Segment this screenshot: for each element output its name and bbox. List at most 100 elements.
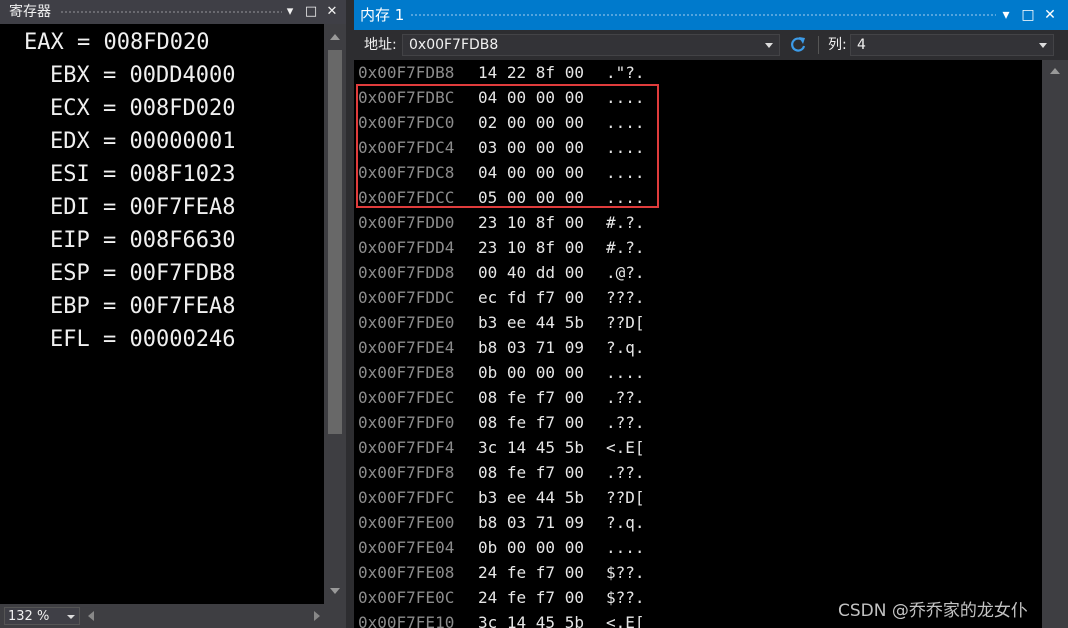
memory-ascii[interactable]: ??D[: [606, 310, 645, 335]
memory-row[interactable]: 0x00F7FDB8 14 22 8f 00 ."?.: [354, 60, 1042, 85]
registers-title-bar[interactable]: 寄存器 ▾ □ ✕: [0, 0, 346, 24]
memory-row[interactable]: 0x00F7FDE0 b3 ee 44 5b ??D[: [354, 310, 1042, 335]
memory-row[interactable]: 0x00F7FDC0 02 00 00 00....: [354, 110, 1042, 135]
memory-ascii[interactable]: .??.: [606, 385, 645, 410]
memory-bytes[interactable]: b3 ee 44 5b: [478, 485, 584, 510]
memory-ascii[interactable]: $??.: [606, 585, 645, 610]
memory-bytes[interactable]: 08 fe f7 00: [478, 410, 584, 435]
register-value[interactable]: 008FD020: [130, 96, 236, 121]
memory-title-bar[interactable]: 内存 1 ▾ □ ✕: [354, 0, 1068, 30]
memory-bytes[interactable]: b8 03 71 09: [478, 510, 584, 535]
memory-ascii[interactable]: #.?.: [606, 210, 645, 235]
scroll-up-icon[interactable]: [1050, 68, 1060, 74]
memory-bytes[interactable]: 24 fe f7 00: [478, 585, 584, 610]
memory-row[interactable]: 0x00F7FDD4 23 10 8f 00 #.?.: [354, 235, 1042, 260]
scrollbar-track[interactable]: [1048, 82, 1062, 602]
memory-bytes[interactable]: 04 00 00 00: [478, 85, 584, 110]
memory-ascii[interactable]: <.E[: [606, 610, 645, 628]
memory-ascii[interactable]: ?.q.: [606, 510, 645, 535]
panel-splitter[interactable]: [346, 0, 354, 628]
memory-bytes[interactable]: 05 00 00 00: [478, 185, 584, 210]
register-value[interactable]: 008F6630: [130, 228, 236, 253]
close-icon[interactable]: ✕: [1040, 0, 1060, 30]
scroll-right-icon[interactable]: [314, 611, 320, 621]
register-row[interactable]: ESI = 008F1023: [50, 158, 235, 191]
memory-view[interactable]: 0x00F7FDB8 14 22 8f 00 ."?. 0x00F7FDBC 04 00…: [354, 60, 1042, 628]
memory-row[interactable]: 0x00F7FDEC 08 fe f7 00.??.: [354, 385, 1042, 410]
refresh-icon[interactable]: [788, 35, 808, 55]
register-row[interactable]: ESP = 00F7FDB8: [50, 257, 235, 290]
memory-row[interactable]: 0x00F7FDBC 04 00 00 00....: [354, 85, 1042, 110]
window-position-dropdown-icon[interactable]: ▾: [280, 0, 300, 24]
memory-bytes[interactable]: 3c 14 45 5b: [478, 610, 584, 628]
memory-row[interactable]: 0x00F7FE00 b8 03 71 09 ?.q.: [354, 510, 1042, 535]
register-value[interactable]: 008FD020: [104, 30, 210, 55]
register-row[interactable]: EDI = 00F7FEA8: [50, 191, 235, 224]
memory-ascii[interactable]: $??.: [606, 560, 645, 585]
memory-bytes[interactable]: 3c 14 45 5b: [478, 435, 584, 460]
memory-row[interactable]: 0x00F7FDCC 05 00 00 00....: [354, 185, 1042, 210]
scrollbar-thumb[interactable]: [328, 50, 342, 434]
memory-row[interactable]: 0x00F7FDE8 0b 00 00 00....: [354, 360, 1042, 385]
register-value[interactable]: 00000246: [130, 327, 236, 352]
memory-row[interactable]: 0x00F7FE08 24 fe f7 00 $??.: [354, 560, 1042, 585]
memory-ascii[interactable]: ??D[: [606, 485, 645, 510]
registers-vertical-scrollbar[interactable]: [324, 24, 346, 604]
register-row[interactable]: EBP = 00F7FEA8: [50, 290, 235, 323]
register-value[interactable]: 00DD4000: [130, 63, 236, 88]
scroll-up-icon[interactable]: [330, 34, 340, 40]
memory-bytes[interactable]: 14 22 8f 00: [478, 60, 584, 85]
close-icon[interactable]: ✕: [322, 0, 342, 24]
register-row[interactable]: EFL = 00000246: [50, 323, 235, 356]
maximize-icon[interactable]: □: [301, 0, 321, 24]
memory-bytes[interactable]: 23 10 8f 00: [478, 210, 584, 235]
memory-bytes[interactable]: 03 00 00 00: [478, 135, 584, 160]
memory-bytes[interactable]: 02 00 00 00: [478, 110, 584, 135]
memory-ascii[interactable]: ....: [606, 160, 645, 185]
columns-select[interactable]: 4: [850, 34, 1054, 56]
register-value[interactable]: 00F7FDB8: [130, 261, 236, 286]
memory-ascii[interactable]: <.E[: [606, 435, 645, 460]
memory-bytes[interactable]: 0b 00 00 00: [478, 360, 584, 385]
memory-ascii[interactable]: ?.q.: [606, 335, 645, 360]
address-input[interactable]: 0x00F7FDB8: [402, 34, 780, 56]
memory-row[interactable]: 0x00F7FDC4 03 00 00 00....: [354, 135, 1042, 160]
scroll-down-icon[interactable]: [330, 588, 340, 594]
memory-vertical-scrollbar[interactable]: [1042, 60, 1068, 628]
register-row[interactable]: EBX = 00DD4000: [50, 59, 235, 92]
memory-ascii[interactable]: ....: [606, 135, 645, 160]
memory-ascii[interactable]: .??.: [606, 410, 645, 435]
memory-bytes[interactable]: 08 fe f7 00: [478, 385, 584, 410]
memory-row[interactable]: 0x00F7FDE4 b8 03 71 09 ?.q.: [354, 335, 1042, 360]
register-value[interactable]: 00F7FEA8: [130, 294, 236, 319]
memory-row[interactable]: 0x00F7FDFC b3 ee 44 5b ??D[: [354, 485, 1042, 510]
window-position-dropdown-icon[interactable]: ▾: [996, 0, 1016, 30]
register-row[interactable]: ECX = 008FD020: [50, 92, 235, 125]
memory-bytes[interactable]: 24 fe f7 00: [478, 560, 584, 585]
memory-row[interactable]: 0x00F7FDF8 08 fe f7 00.??.: [354, 460, 1042, 485]
zoom-select[interactable]: 132 %: [4, 607, 80, 625]
memory-row[interactable]: 0x00F7FDD0 23 10 8f 00 #.?.: [354, 210, 1042, 235]
memory-row[interactable]: 0x00F7FDC8 04 00 00 00....: [354, 160, 1042, 185]
memory-bytes[interactable]: b3 ee 44 5b: [478, 310, 584, 335]
memory-ascii[interactable]: .@?.: [606, 260, 645, 285]
register-row[interactable]: EIP = 008F6630: [50, 224, 235, 257]
memory-bytes[interactable]: b8 03 71 09: [478, 335, 584, 360]
register-value[interactable]: 008F1023: [130, 162, 236, 187]
memory-ascii[interactable]: ....: [606, 535, 645, 560]
memory-bytes[interactable]: 08 fe f7 00: [478, 460, 584, 485]
memory-ascii[interactable]: ???.: [606, 285, 645, 310]
memory-ascii[interactable]: ."?.: [606, 60, 645, 85]
memory-row[interactable]: 0x00F7FDD8 00 40 dd 00 .@?.: [354, 260, 1042, 285]
memory-ascii[interactable]: ....: [606, 360, 645, 385]
memory-row[interactable]: 0x00F7FDDC ec fd f7 00???.: [354, 285, 1042, 310]
memory-ascii[interactable]: .??.: [606, 460, 645, 485]
memory-row[interactable]: 0x00F7FDF0 08 fe f7 00.??.: [354, 410, 1042, 435]
memory-bytes[interactable]: 23 10 8f 00: [478, 235, 584, 260]
memory-row[interactable]: 0x00F7FE04 0b 00 00 00....: [354, 535, 1042, 560]
memory-ascii[interactable]: ....: [606, 185, 645, 210]
memory-ascii[interactable]: #.?.: [606, 235, 645, 260]
register-row[interactable]: EAX = 008FD020: [24, 26, 209, 59]
scroll-left-icon[interactable]: [88, 611, 94, 621]
memory-bytes[interactable]: 04 00 00 00: [478, 160, 584, 185]
